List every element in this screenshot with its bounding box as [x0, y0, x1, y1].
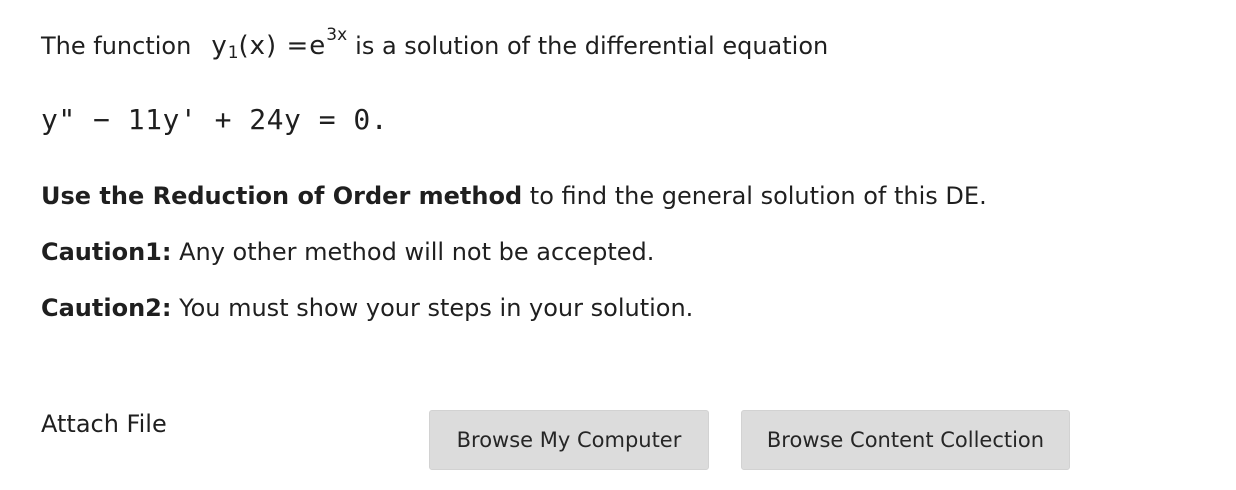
- function-argument: (x) =e: [238, 31, 327, 61]
- differential-equation: y" − 11y' + 24y = 0.: [41, 103, 389, 136]
- caution1-text: Any other method will not be accepted.: [171, 238, 655, 266]
- function-exponent: 3x: [326, 25, 348, 45]
- intro-text: The function: [41, 32, 192, 60]
- function-y: y: [211, 31, 228, 61]
- browse-my-computer-button[interactable]: Browse My Computer: [429, 410, 709, 470]
- instruction-bold: Use the Reduction of Order method: [41, 182, 523, 210]
- question-intro: The function y1(x) =e3x is a solution of…: [41, 10, 828, 63]
- caution2-line: Caution2: You must show your steps in yo…: [41, 292, 693, 324]
- caution1-line: Caution1: Any other method will not be a…: [41, 236, 654, 268]
- function-expression: y1(x) =e3x: [211, 10, 347, 78]
- instruction-rest: to find the general solution of this DE.: [522, 182, 987, 210]
- browse-content-collection-button[interactable]: Browse Content Collection: [741, 410, 1070, 470]
- instruction-line: Use the Reduction of Order method to fin…: [41, 180, 987, 212]
- intro-suffix: is a solution of the differential equati…: [355, 32, 829, 60]
- caution2-text: You must show your steps in your solutio…: [171, 294, 694, 322]
- caution2-label: Caution2:: [41, 294, 172, 322]
- function-subscript: 1: [227, 43, 239, 63]
- caution1-label: Caution1:: [41, 238, 172, 266]
- attach-file-label: Attach File: [41, 410, 167, 438]
